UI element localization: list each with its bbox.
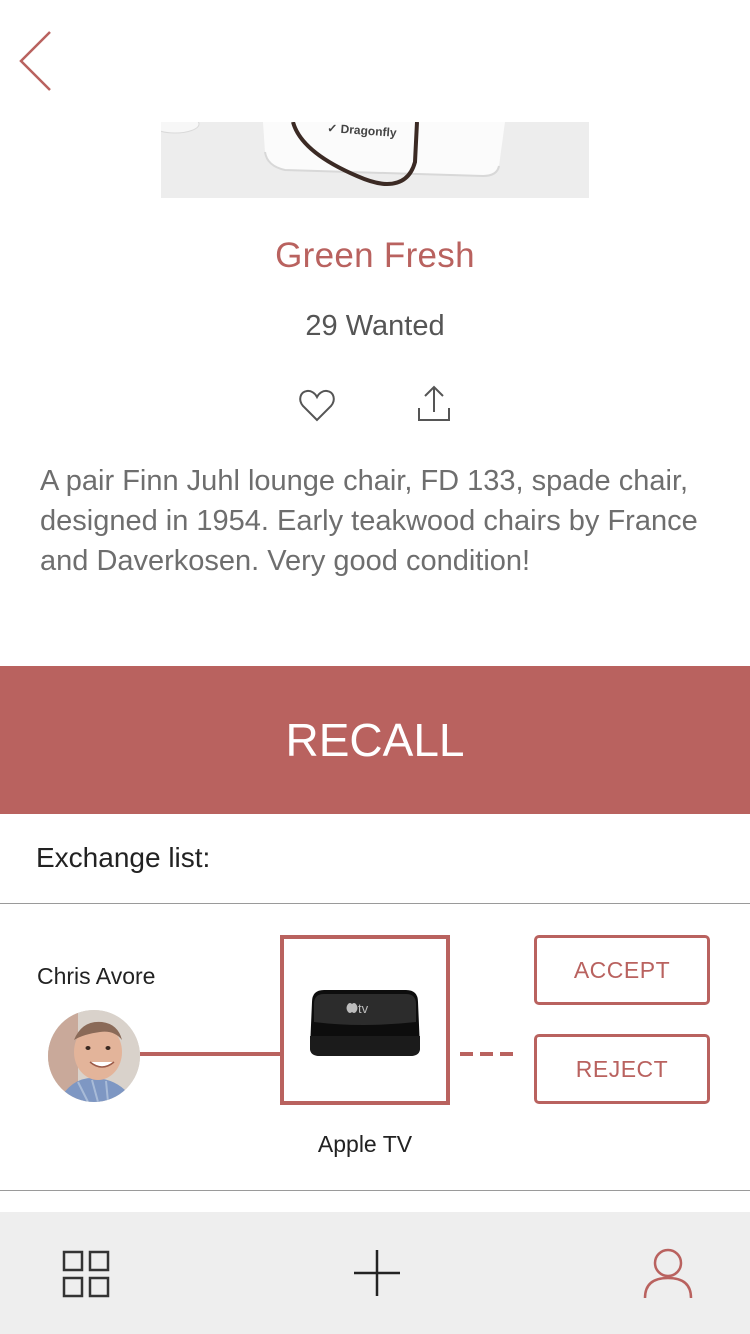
connector-line [140,1052,282,1056]
like-button[interactable] [297,386,337,426]
exchange-item-card[interactable]: tv [280,935,450,1105]
accept-button[interactable]: ACCEPT [534,935,710,1005]
tab-profile[interactable] [642,1248,694,1305]
dashed-connector [460,1052,473,1056]
product-title: Green Fresh [275,236,475,275]
dashed-connector [480,1052,493,1056]
tab-add[interactable] [353,1249,401,1302]
offer-item-label: Apple TV [317,1131,413,1157]
chevron-left-icon [19,31,51,91]
dashed-connector [500,1052,513,1056]
tab-grid[interactable] [62,1250,110,1303]
divider [0,903,750,904]
wanted-count: 29 Wanted [305,310,445,342]
heart-icon [299,389,335,422]
grid-icon [62,1250,110,1298]
user-icon [643,1248,693,1299]
apple-tv-logo-text: tv [358,1001,369,1016]
share-button[interactable] [414,384,454,426]
recall-button[interactable]: RECALL [0,666,750,814]
tab-bar [0,1212,750,1334]
reject-button[interactable]: REJECT [534,1034,710,1104]
share-icon [418,385,450,421]
exchange-list-heading: Exchange list: [36,842,211,873]
apple-tv-image: tv [310,990,420,1056]
avatar[interactable] [48,1010,140,1102]
offer-user-name: Chris Avore [37,963,156,989]
divider [0,1190,750,1191]
plus-icon [354,1250,400,1296]
product-image: ✓ Dragonfly [161,122,589,198]
product-detail-screen: ✓ Dragonfly Green Fresh 29 Wanted A pair… [0,0,750,1334]
product-description: A pair Finn Juhl lounge chair, FD 133, s… [40,465,698,577]
back-button[interactable] [14,28,60,94]
